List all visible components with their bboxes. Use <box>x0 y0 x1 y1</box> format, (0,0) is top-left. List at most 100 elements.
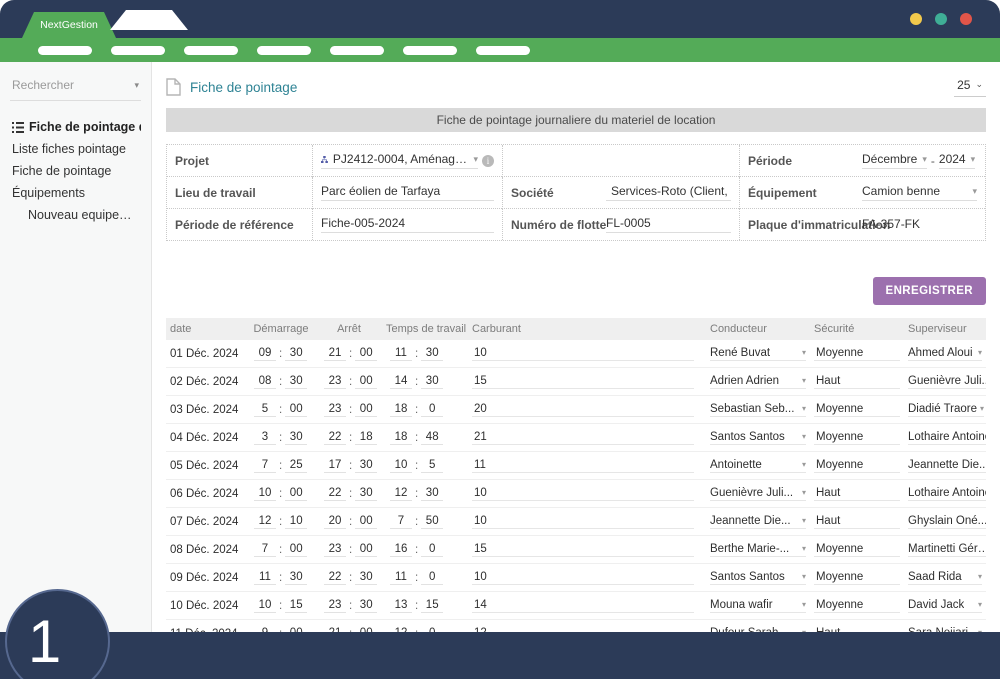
supervisor-select[interactable]: Ghyslain Oné... ▾ <box>908 515 986 529</box>
work-minute-input[interactable]: 50 <box>421 515 443 529</box>
close-dot[interactable] <box>960 13 972 25</box>
fuel-input[interactable]: 15 <box>472 543 694 557</box>
nav-pill[interactable] <box>476 46 530 55</box>
periode-month-select[interactable]: Décembre ▾ <box>862 152 927 169</box>
start-hour-input[interactable]: 12 <box>254 515 276 529</box>
security-input[interactable]: Haut <box>814 515 900 529</box>
save-button[interactable]: ENREGISTRER <box>873 277 986 305</box>
work-minute-input[interactable]: 0 <box>421 403 443 417</box>
end-minute-input[interactable]: 00 <box>355 375 377 389</box>
work-minute-input[interactable]: 30 <box>421 347 443 361</box>
start-minute-input[interactable]: 10 <box>285 515 307 529</box>
sidebar-item-fiche-pointage[interactable]: Fiche de pointage <box>10 160 141 182</box>
security-input[interactable]: Moyenne <box>814 599 900 613</box>
end-hour-input[interactable]: 23 <box>324 375 346 389</box>
end-hour-input[interactable]: 21 <box>324 347 346 361</box>
supervisor-select[interactable]: David Jack ▾ <box>908 599 982 613</box>
work-hour-input[interactable]: 18 <box>390 431 412 445</box>
start-hour-input[interactable]: 10 <box>254 487 276 501</box>
nav-pill[interactable] <box>257 46 311 55</box>
work-minute-input[interactable]: 15 <box>421 599 443 613</box>
end-hour-input[interactable]: 22 <box>324 487 346 501</box>
start-minute-input[interactable]: 30 <box>285 571 307 585</box>
end-minute-input[interactable]: 30 <box>355 459 377 473</box>
driver-select[interactable]: René Buvat ▾ <box>710 347 806 361</box>
sidebar-item-equipements[interactable]: Équipements <box>10 182 141 204</box>
end-hour-input[interactable]: 23 <box>324 599 346 613</box>
secondary-tab[interactable] <box>110 10 188 30</box>
driver-select[interactable]: Antoinette ▾ <box>710 459 806 473</box>
nav-pill[interactable] <box>330 46 384 55</box>
start-minute-input[interactable]: 00 <box>285 403 307 417</box>
work-hour-input[interactable]: 11 <box>390 347 412 361</box>
security-input[interactable]: Haut <box>814 375 900 389</box>
security-input[interactable]: Haut <box>814 487 900 501</box>
start-minute-input[interactable]: 00 <box>285 487 307 501</box>
sidebar-item-fiche-du-jour[interactable]: Fiche de pointage du... <box>10 116 141 138</box>
reference-input[interactable]: Fiche-005-2024 <box>321 216 494 233</box>
start-minute-input[interactable]: 30 <box>285 431 307 445</box>
end-minute-input[interactable]: 00 <box>355 515 377 529</box>
work-hour-input[interactable]: 14 <box>390 375 412 389</box>
end-hour-input[interactable]: 20 <box>324 515 346 529</box>
fuel-input[interactable]: 11 <box>472 459 694 473</box>
driver-select[interactable]: Guenièvre Juli... ▾ <box>710 487 806 501</box>
plaque-value[interactable]: FA-357-FK <box>862 217 920 233</box>
supervisor-select[interactable]: Jeannette Die... ▾ <box>908 459 986 473</box>
security-input[interactable]: Moyenne <box>814 459 900 473</box>
driver-select[interactable]: Santos Santos ▾ <box>710 571 806 585</box>
start-hour-input[interactable]: 7 <box>254 459 276 473</box>
end-minute-input[interactable]: 30 <box>355 487 377 501</box>
start-minute-input[interactable]: 25 <box>285 459 307 473</box>
work-hour-input[interactable]: 13 <box>390 599 412 613</box>
work-hour-input[interactable]: 7 <box>390 515 412 529</box>
fuel-input[interactable]: 21 <box>472 431 694 445</box>
info-icon[interactable]: i <box>482 155 494 167</box>
work-minute-input[interactable]: 48 <box>421 431 443 445</box>
end-hour-input[interactable]: 23 <box>324 403 346 417</box>
work-hour-input[interactable]: 12 <box>390 487 412 501</box>
fuel-input[interactable]: 10 <box>472 487 694 501</box>
security-input[interactable]: Moyenne <box>814 403 900 417</box>
nav-pill[interactable] <box>38 46 92 55</box>
projet-select[interactable]: PJ2412-0004, Aménagement d'espace... ▾ <box>321 152 478 169</box>
end-hour-input[interactable]: 23 <box>324 543 346 557</box>
end-minute-input[interactable]: 30 <box>355 599 377 613</box>
driver-select[interactable]: Berthe Marie-... ▾ <box>710 543 806 557</box>
fuel-input[interactable]: 10 <box>472 571 694 585</box>
fuel-input[interactable]: 20 <box>472 403 694 417</box>
security-input[interactable]: Moyenne <box>814 571 900 585</box>
maximize-dot[interactable] <box>935 13 947 25</box>
end-hour-input[interactable]: 22 <box>324 571 346 585</box>
supervisor-select[interactable]: Martinetti Gérald ▾ <box>908 543 986 557</box>
start-hour-input[interactable]: 3 <box>254 431 276 445</box>
work-minute-input[interactable]: 30 <box>421 375 443 389</box>
start-hour-input[interactable]: 08 <box>254 375 276 389</box>
end-hour-input[interactable]: 17 <box>324 459 346 473</box>
page-size-select[interactable]: 25 ⌄ <box>954 78 986 97</box>
start-hour-input[interactable]: 09 <box>254 347 276 361</box>
work-hour-input[interactable]: 16 <box>390 543 412 557</box>
fuel-input[interactable]: 15 <box>472 375 694 389</box>
start-minute-input[interactable]: 30 <box>285 375 307 389</box>
fuel-input[interactable]: 10 <box>472 347 694 361</box>
start-hour-input[interactable]: 7 <box>254 543 276 557</box>
end-minute-input[interactable]: 00 <box>355 543 377 557</box>
work-minute-input[interactable]: 0 <box>421 543 443 557</box>
work-hour-input[interactable]: 11 <box>390 571 412 585</box>
minimize-dot[interactable] <box>910 13 922 25</box>
work-minute-input[interactable]: 5 <box>421 459 443 473</box>
start-hour-input[interactable]: 10 <box>254 599 276 613</box>
start-minute-input[interactable]: 15 <box>285 599 307 613</box>
nav-pill[interactable] <box>184 46 238 55</box>
supervisor-select[interactable]: Saad Rida ▾ <box>908 571 982 585</box>
security-input[interactable]: Moyenne <box>814 347 900 361</box>
end-minute-input[interactable]: 00 <box>355 403 377 417</box>
start-hour-input[interactable]: 5 <box>254 403 276 417</box>
start-hour-input[interactable]: 11 <box>254 571 276 585</box>
supervisor-select[interactable]: Ahmed Aloui ▾ <box>908 347 982 361</box>
periode-year-select[interactable]: 2024 ▾ <box>939 152 975 169</box>
work-hour-input[interactable]: 18 <box>390 403 412 417</box>
work-minute-input[interactable]: 30 <box>421 487 443 501</box>
supervisor-select[interactable]: Diadié Traore ▾ <box>908 403 984 417</box>
